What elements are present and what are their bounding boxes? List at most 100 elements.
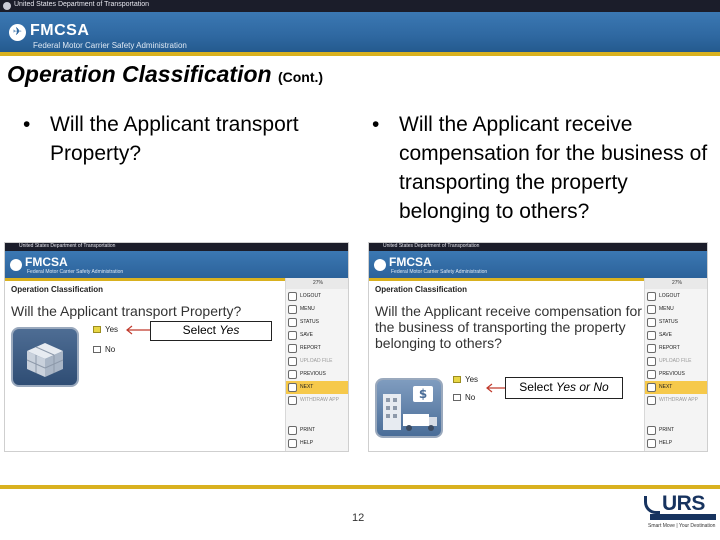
money-truck-icon: $ bbox=[375, 378, 443, 438]
callout-emphasis: Yes bbox=[219, 323, 240, 337]
menu-upload-file[interactable]: UPLOAD FILE bbox=[645, 355, 707, 368]
footer-divider bbox=[0, 485, 720, 489]
yes-checkbox[interactable] bbox=[93, 326, 101, 333]
callout-prefix: Select bbox=[519, 380, 553, 394]
upload-icon bbox=[647, 357, 656, 366]
fmcsa-logo-subtitle: Federal Motor Carrier Safety Administrat… bbox=[33, 41, 187, 50]
screen-top-bar: United States Department of Transportati… bbox=[5, 243, 348, 251]
menu-menu[interactable]: MENU bbox=[645, 303, 707, 316]
menu-upload-file[interactable]: UPLOAD FILE bbox=[286, 355, 348, 368]
menu-previous[interactable]: PREVIOUS bbox=[645, 368, 707, 381]
previous-arrow-icon bbox=[288, 370, 297, 379]
dot-top-bar: United States Department of Transportati… bbox=[0, 0, 720, 12]
dot-seal-icon bbox=[3, 2, 11, 10]
callout-prefix: Select bbox=[182, 323, 216, 337]
previous-arrow-icon bbox=[647, 370, 656, 379]
app-screenshot-compensation: United States Department of Transportati… bbox=[368, 242, 708, 452]
screen-logo-subtitle: Federal Motor Carrier Safety Administrat… bbox=[27, 269, 124, 275]
withdraw-icon bbox=[288, 396, 297, 405]
menu-save[interactable]: SAVE bbox=[645, 329, 707, 342]
menu-next[interactable]: NEXT bbox=[286, 381, 348, 394]
screen-banner: FMCSA Federal Motor Carrier Safety Admin… bbox=[369, 251, 707, 278]
bullet-marker: • bbox=[23, 113, 31, 136]
menu-status[interactable]: STATUS bbox=[645, 316, 707, 329]
next-arrow-icon bbox=[647, 383, 656, 392]
logout-icon bbox=[647, 292, 656, 301]
menu-logout[interactable]: LOGOUT bbox=[286, 290, 348, 303]
screen-dot-text: United States Department of Transportati… bbox=[383, 243, 480, 249]
slide-title: Operation Classification (Cont.) bbox=[7, 61, 323, 88]
menu-next[interactable]: NEXT bbox=[645, 381, 707, 394]
fmcsa-logo-title: FMCSA bbox=[30, 22, 90, 39]
status-icon bbox=[288, 318, 297, 327]
bullet-marker: • bbox=[372, 113, 380, 136]
urs-logo-text: URS bbox=[662, 492, 705, 515]
urs-logo-subtitle: Smart Move | Your Destination bbox=[648, 523, 716, 529]
menu-previous[interactable]: PREVIOUS bbox=[286, 368, 348, 381]
bullet-compensation: • Will the Applicant receive compensatio… bbox=[372, 110, 712, 230]
logout-icon bbox=[288, 292, 297, 301]
fmcsa-banner: ✈ FMCSA Federal Motor Carrier Safety Adm… bbox=[0, 12, 720, 52]
menu-save[interactable]: SAVE bbox=[286, 329, 348, 342]
menu-status[interactable]: STATUS bbox=[286, 316, 348, 329]
side-menu: 27% LOGOUT MENU STATUS SAVE REPORT UPLOA… bbox=[285, 278, 348, 451]
callout-emphasis: Yes or No bbox=[556, 380, 609, 394]
screen-logo-icon bbox=[374, 259, 386, 271]
print-icon bbox=[288, 426, 297, 435]
option-yes-label: Yes bbox=[105, 325, 119, 334]
bullet-transport-property: • Will the Applicant transport Property? bbox=[23, 110, 343, 170]
bullet-text: Will the Applicant transport Property? bbox=[50, 113, 299, 165]
upload-icon bbox=[288, 357, 297, 366]
screen-dot-text: United States Department of Transportati… bbox=[19, 243, 116, 249]
callout-arrow-icon bbox=[486, 383, 507, 393]
menu-help[interactable]: HELP bbox=[286, 437, 348, 450]
report-icon bbox=[647, 344, 656, 353]
bullet-text: Will the Applicant receive compensation … bbox=[399, 113, 708, 223]
report-icon bbox=[288, 344, 297, 353]
fmcsa-logo-icon: ✈ bbox=[9, 24, 26, 41]
menu-print[interactable]: PRINT bbox=[645, 424, 707, 437]
save-icon bbox=[647, 331, 656, 340]
side-menu: 27% LOGOUT MENU STATUS SAVE REPORT UPLOA… bbox=[644, 278, 707, 451]
progress-indicator: 27% bbox=[286, 278, 348, 289]
option-no[interactable]: No bbox=[93, 345, 115, 354]
svg-text:$: $ bbox=[419, 387, 427, 401]
save-icon bbox=[288, 331, 297, 340]
yes-checkbox[interactable] bbox=[453, 376, 461, 383]
option-yes-label: Yes bbox=[465, 375, 479, 384]
screen-logo-subtitle: Federal Motor Carrier Safety Administrat… bbox=[391, 269, 488, 275]
withdraw-icon bbox=[647, 396, 656, 405]
screen-banner: FMCSA Federal Motor Carrier Safety Admin… bbox=[5, 251, 348, 278]
menu-icon bbox=[647, 305, 656, 314]
screen-logo-icon bbox=[10, 259, 22, 271]
menu-report[interactable]: REPORT bbox=[645, 342, 707, 355]
select-yes-or-no-callout: Select Yes or No bbox=[505, 377, 623, 399]
page-number: 12 bbox=[352, 512, 365, 524]
urs-logo: URS Smart Move | Your Destination bbox=[642, 492, 718, 536]
screen-question: Will the Applicant transport Property? bbox=[11, 303, 242, 319]
option-no[interactable]: No bbox=[453, 393, 475, 402]
screen-question: Will the Applicant receive compensation … bbox=[375, 303, 642, 351]
menu-withdraw-app[interactable]: WITHDRAW APP bbox=[645, 394, 707, 407]
urs-swoosh-icon bbox=[644, 496, 660, 514]
option-yes[interactable]: Yes bbox=[453, 375, 478, 384]
app-screenshot-transport-property: United States Department of Transportati… bbox=[4, 242, 349, 452]
option-yes[interactable]: Yes bbox=[93, 325, 118, 334]
option-no-label: No bbox=[465, 393, 476, 402]
screen-heading: Operation Classification bbox=[11, 285, 104, 294]
menu-report[interactable]: REPORT bbox=[286, 342, 348, 355]
no-checkbox[interactable] bbox=[93, 346, 101, 353]
menu-withdraw-app[interactable]: WITHDRAW APP bbox=[286, 394, 348, 407]
no-checkbox[interactable] bbox=[453, 394, 461, 401]
next-arrow-icon bbox=[288, 383, 297, 392]
screen-heading: Operation Classification bbox=[375, 285, 468, 294]
menu-menu[interactable]: MENU bbox=[286, 303, 348, 316]
progress-indicator: 27% bbox=[645, 278, 707, 289]
menu-logout[interactable]: LOGOUT bbox=[645, 290, 707, 303]
slide-title-text: Operation Classification bbox=[7, 61, 272, 87]
menu-print[interactable]: PRINT bbox=[286, 424, 348, 437]
callout-arrow-icon bbox=[126, 325, 153, 335]
slide-title-suffix: (Cont.) bbox=[277, 69, 324, 85]
menu-help[interactable]: HELP bbox=[645, 437, 707, 450]
help-icon bbox=[647, 439, 656, 448]
